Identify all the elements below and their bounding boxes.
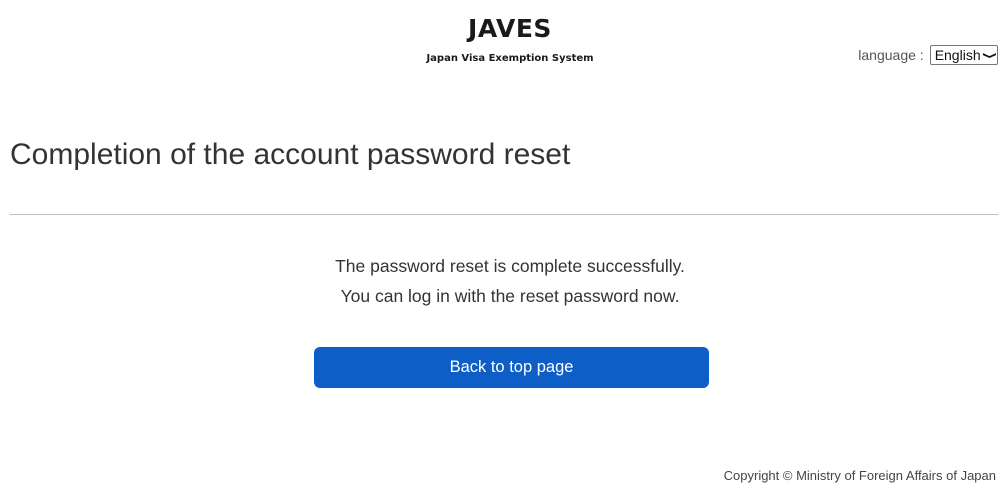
- language-label: language :: [858, 47, 924, 63]
- title-divider: [10, 214, 998, 215]
- site-logo-subtitle: Japan Visa Exemption System: [426, 53, 594, 64]
- footer-copyright: Copyright © Ministry of Foreign Affairs …: [723, 468, 996, 483]
- page-title: Completion of the account password reset: [10, 138, 571, 171]
- language-select[interactable]: English ❯: [929, 45, 998, 65]
- back-to-top-button[interactable]: Back to top page: [314, 347, 709, 388]
- language-select-value: English: [934, 47, 981, 63]
- language-selector-group: language : English ❯: [858, 45, 998, 65]
- chevron-down-icon: ❯: [981, 51, 996, 59]
- completion-message: The password reset is complete successfu…: [0, 251, 998, 311]
- site-header: JAVES Japan Visa Exemption System langua…: [0, 0, 998, 80]
- site-logo-title: JAVES: [468, 14, 552, 43]
- message-line-2: You can log in with the reset password n…: [340, 286, 680, 306]
- message-line-1: The password reset is complete successfu…: [335, 256, 685, 276]
